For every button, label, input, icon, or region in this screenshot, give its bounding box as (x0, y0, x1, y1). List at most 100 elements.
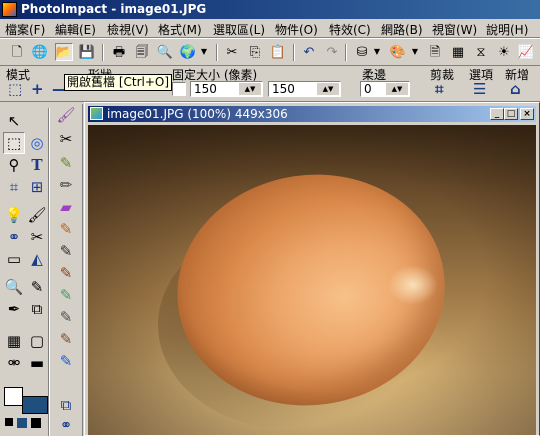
grid-tool-icon[interactable]: ▦ (3, 330, 25, 352)
foreground-color-swatch[interactable] (4, 387, 23, 406)
palette-dropdown-icon[interactable]: ▼ (410, 43, 420, 61)
scan-icon[interactable]: 🔍 (156, 43, 174, 61)
toolbar-separator (102, 44, 104, 61)
lasso-tool-icon[interactable]: ◎ (26, 132, 48, 154)
document-icon[interactable]: 🗎 (426, 43, 444, 61)
light-icon[interactable]: ☀ (495, 43, 513, 61)
retouch-tool-icon[interactable]: ✂ (26, 226, 48, 248)
pen-tool-icon[interactable]: ✒ (3, 298, 25, 320)
oil-paint-tool-icon[interactable]: ✎ (55, 262, 77, 284)
browser-icon[interactable]: 🌍 (179, 43, 197, 61)
menu-effect[interactable]: 特效(C) (329, 21, 371, 38)
color-mode-icon[interactable] (31, 418, 41, 428)
width-spinner[interactable]: 150 ▲▼ (190, 81, 263, 97)
fixed-size-checkbox[interactable] (172, 82, 186, 96)
soft-edge-spinner[interactable]: 0 ▲▼ (360, 81, 410, 97)
bulb-tool-icon[interactable]: 💡 (3, 204, 25, 226)
minimize-button[interactable]: _ (490, 108, 504, 120)
print-icon[interactable]: 🖶 (110, 43, 128, 61)
undo-icon[interactable]: ↶ (300, 43, 318, 61)
color-chart-icon[interactable]: ▦ (449, 43, 467, 61)
airbrush-tool-icon[interactable]: ✎ (55, 284, 77, 306)
pencil-tool-icon[interactable]: ✏ (55, 174, 77, 196)
document-window[interactable]: image01.JPG (100%) 449x306 _ □ × (84, 102, 540, 436)
menu-selection[interactable]: 選取區(L) (213, 21, 265, 38)
graph-icon[interactable]: 📈 (517, 43, 535, 61)
document-title-bar[interactable]: image01.JPG (100%) 449x306 _ □ × (88, 106, 536, 122)
width-spinner-arrows[interactable]: ▲▼ (239, 83, 261, 95)
stamp-dropdown-icon[interactable]: ▼ (372, 43, 382, 61)
add-mode-icon[interactable]: + (31, 80, 44, 98)
background-color-swatch[interactable] (22, 396, 48, 414)
watercolor-tool-icon[interactable]: ✎ (55, 306, 77, 328)
paint-tool-icon[interactable]: 🖌 (26, 204, 48, 226)
open-file-tooltip: 開啟舊檔 [Ctrl+O] (64, 74, 173, 91)
visual-palette-icon[interactable]: 🎨 (389, 43, 407, 61)
crop-icon[interactable]: ⌗ (435, 80, 443, 98)
eyedropper-tool-icon[interactable]: ✎ (26, 276, 48, 298)
brush-tool-icon[interactable]: 🖌 (55, 104, 77, 126)
height-spinner[interactable]: 150 ▲▼ (268, 81, 341, 97)
photoimpact-app-icon[interactable] (2, 2, 17, 17)
stamp-icon[interactable]: ⛁ (353, 43, 371, 61)
ruler-tool-icon[interactable]: ▬ (26, 352, 48, 374)
save-icon[interactable]: 💾 (78, 43, 96, 61)
browser-dropdown-icon[interactable]: ▼ (199, 43, 209, 61)
smudge-tool-icon[interactable]: ✎ (55, 328, 77, 350)
rectangle-tool-icon[interactable]: ▢ (26, 330, 48, 352)
image-canvas[interactable] (88, 125, 536, 435)
tool-panel: ↖ ⬚ ◎ ⚲ T ⌗ ⊞ 💡 🖌 ⚭ ✂ ▭ ◭ 🔍 ✎ ✒ ⧉ ▦ ▢ ⚮ … (0, 104, 83, 436)
soft-edge-value: 0 (364, 82, 372, 96)
menu-edit[interactable]: 編輯(E) (55, 21, 96, 38)
menu-bar: 檔案(F) 編輯(E) 檢視(V) 格式(M) 選取區(L) 物件(O) 特效(… (0, 19, 540, 38)
stitch-tool-icon[interactable]: ⧉ (55, 394, 77, 416)
menu-help[interactable]: 說明(H) (486, 21, 528, 38)
eraser-tool-icon[interactable]: ▭ (3, 248, 25, 270)
soft-edge-spinner-arrows[interactable]: ▲▼ (386, 83, 408, 95)
options-icon[interactable]: ☰ (473, 80, 486, 98)
zoom-tool-icon[interactable]: 🔍 (3, 276, 25, 298)
menu-web[interactable]: 網路(B) (381, 21, 423, 38)
transform-icon[interactable]: ⧖ (472, 43, 490, 61)
menu-object[interactable]: 物件(O) (275, 21, 318, 38)
link-tool-icon[interactable]: ⚮ (3, 352, 25, 374)
rectangle-selection-icon[interactable]: ⬚ (8, 80, 22, 98)
print-preview-icon[interactable]: 🗐 (133, 43, 151, 61)
marker-tool-icon[interactable]: ✎ (55, 152, 77, 174)
transform-tool-icon[interactable]: ⊞ (26, 176, 48, 198)
crop-tool-icon[interactable]: ⌗ (3, 176, 25, 198)
height-value: 150 (272, 82, 295, 96)
custom-brush-tool-icon[interactable]: ✎ (55, 350, 77, 372)
maximize-button[interactable]: □ (504, 108, 518, 120)
scissors-tool-icon[interactable]: ✂ (55, 128, 77, 150)
paste-icon[interactable]: 📋 (269, 43, 287, 61)
selection-tool-icon[interactable]: ⬚ (3, 132, 25, 154)
new-file-icon[interactable]: 🗋 (8, 43, 26, 61)
new-selection-icon[interactable]: ⌂ (510, 80, 521, 98)
swap-colors-icon[interactable] (17, 418, 27, 428)
height-spinner-arrows[interactable]: ▲▼ (317, 83, 339, 95)
menu-file[interactable]: 檔案(F) (5, 21, 45, 38)
cut-icon[interactable]: ✂ (223, 43, 241, 61)
charcoal-tool-icon[interactable]: ✎ (55, 240, 77, 262)
crayon-tool-icon[interactable]: ▰ (55, 196, 77, 218)
menu-format[interactable]: 格式(M) (158, 21, 202, 38)
pick-tool-icon[interactable]: ↖ (3, 110, 25, 132)
redo-icon[interactable]: ↷ (323, 43, 341, 61)
image-document-icon[interactable] (90, 107, 103, 120)
object-tool-icon[interactable]: ⚭ (55, 414, 77, 436)
magic-wand-icon[interactable]: ⚲ (3, 154, 25, 176)
open-web-icon[interactable]: 🌐 (31, 43, 49, 61)
copy-icon[interactable]: ⎘ (246, 43, 264, 61)
menu-view[interactable]: 檢視(V) (107, 21, 149, 38)
default-colors-icon[interactable] (5, 418, 13, 426)
chalk-tool-icon[interactable]: ✎ (55, 218, 77, 240)
text-tool-icon[interactable]: T (26, 154, 48, 176)
open-file-icon[interactable]: 📂 (55, 43, 73, 61)
document-title: image01.JPG (100%) 449x306 (107, 107, 288, 121)
shape-tool-icon[interactable]: ⧉ (26, 298, 48, 320)
menu-window[interactable]: 視窗(W) (432, 21, 477, 38)
close-button[interactable]: × (520, 108, 534, 120)
clone-tool-icon[interactable]: ⚭ (3, 226, 25, 248)
fill-tool-icon[interactable]: ◭ (26, 248, 48, 270)
